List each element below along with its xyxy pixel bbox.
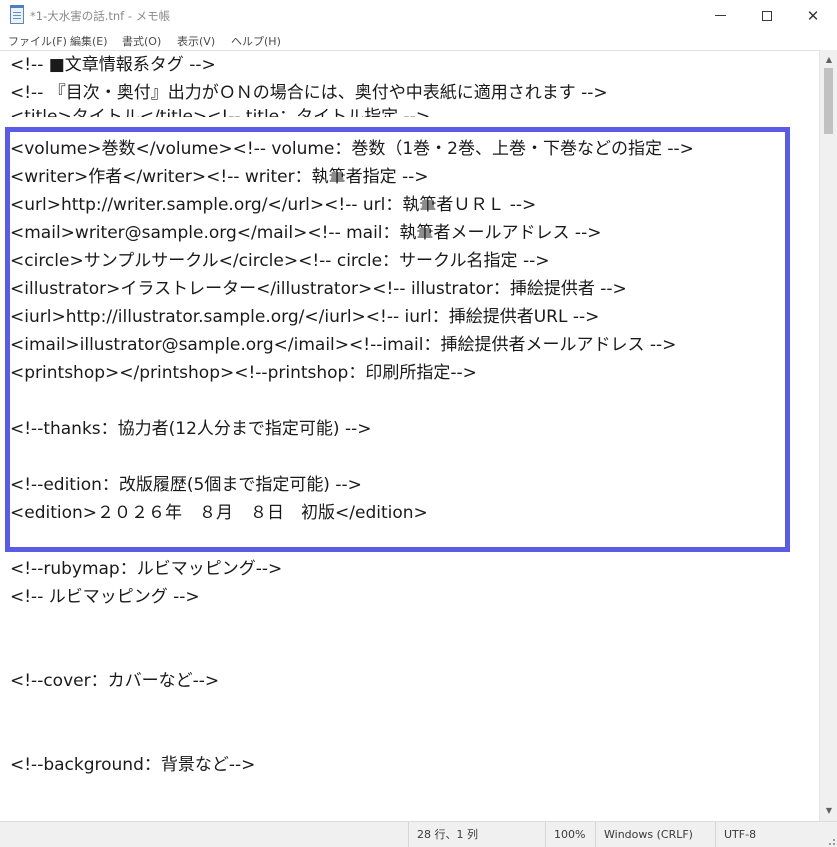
window-title: *1-大水害の話.tnf - メモ帳 (30, 9, 171, 23)
title-bar: *1-大水害の話.tnf - メモ帳 ✕ (0, 0, 837, 31)
status-bar: 28 行、1 列 100% Windows (CRLF) UTF-8 (0, 821, 837, 847)
maximize-icon (762, 10, 772, 21)
maximize-button[interactable] (744, 0, 790, 31)
menu-format[interactable]: 書式(O) (122, 33, 161, 49)
editor-line: <!-- ルビマッピング --> (10, 587, 200, 607)
close-button[interactable]: ✕ (790, 0, 836, 31)
menu-help[interactable]: ヘルプ(H) (231, 33, 281, 49)
resize-grip-icon[interactable] (825, 835, 835, 845)
menu-view[interactable]: 表示(V) (177, 33, 215, 49)
status-line-ending: Windows (CRLF) (595, 822, 715, 847)
menu-file[interactable]: ファイル(F) (8, 33, 67, 49)
editor-line: <!--rubymap：ルビマッピング--> (10, 559, 283, 579)
editor-line: <title>タイトル</title><!-- title：タイトル指定 --> (10, 107, 431, 117)
minimize-icon (714, 15, 726, 16)
status-cursor-position: 28 行、1 列 (408, 822, 548, 847)
menu-edit[interactable]: 編集(E) (70, 33, 108, 49)
status-zoom: 100% (545, 822, 595, 847)
close-icon: ✕ (806, 6, 820, 25)
scrollbar-thumb[interactable] (824, 68, 833, 134)
highlight-annotation-box (5, 127, 790, 552)
scroll-up-icon[interactable]: ▲ (820, 54, 837, 66)
scroll-down-icon[interactable]: ▼ (820, 805, 837, 817)
editor-line: <!--cover：カバーなど--> (10, 671, 220, 691)
notepad-icon (10, 5, 24, 24)
minimize-button[interactable] (697, 0, 743, 31)
editor-line: <!-- ■文章情報系タグ --> (10, 55, 216, 75)
menu-bar: ファイル(F) 編集(E) 書式(O) 表示(V) ヘルプ(H) (0, 31, 837, 50)
editor-line: <!--background：背景など--> (10, 755, 256, 775)
status-encoding: UTF-8 (715, 822, 825, 847)
vertical-scrollbar[interactable]: ▲ ▼ (819, 50, 837, 821)
